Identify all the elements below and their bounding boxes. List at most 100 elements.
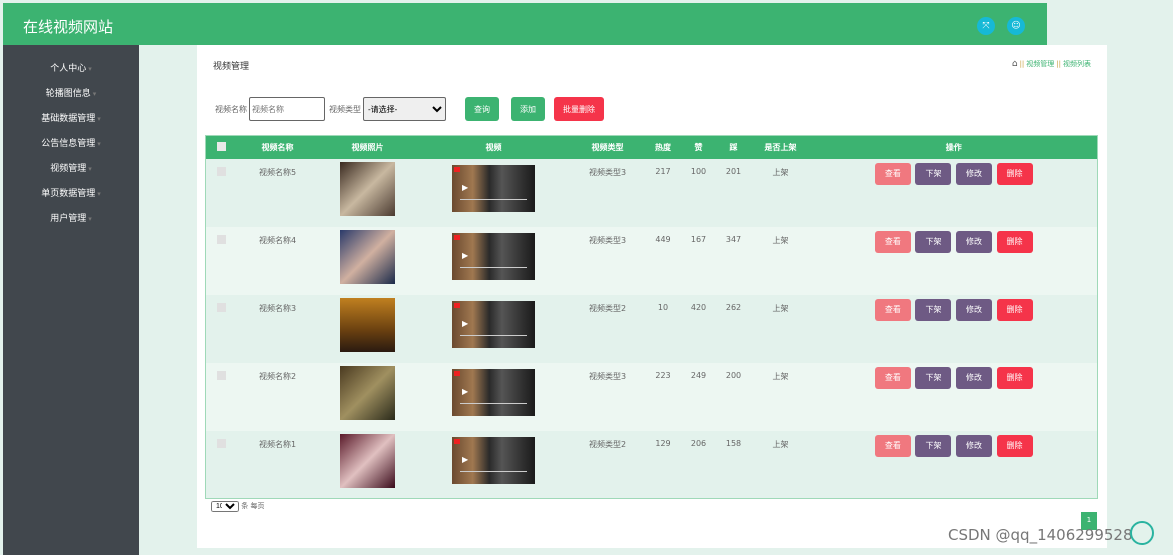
cell-video: ▶ (418, 295, 570, 363)
cell-photo (318, 227, 418, 295)
cell-dislike: 200 (725, 370, 742, 380)
youtube-logo-icon (454, 302, 460, 308)
cell-actions: 查看 下架 修改 删除 (811, 227, 1098, 295)
caret-down-icon: ▾ (97, 140, 101, 148)
breadcrumb-item[interactable]: 视频管理 (1026, 60, 1054, 68)
row-checkbox[interactable] (206, 295, 238, 363)
cell-dislike: 158 (725, 438, 742, 448)
sidebar-item-notice[interactable]: 公告信息管理 ▾ (3, 132, 139, 157)
cell-photo (318, 431, 418, 499)
cell-name: 视频名称3 (258, 303, 297, 313)
edit-button[interactable]: 修改 (956, 230, 993, 253)
sidebar-item-label: 轮播图信息 (45, 89, 91, 99)
view-button[interactable]: 查看 (874, 230, 911, 253)
play-icon[interactable]: ▶ (462, 183, 468, 192)
cell-like: 206 (690, 438, 707, 448)
unshelve-button[interactable]: 下架 (915, 230, 952, 253)
row-checkbox[interactable] (206, 363, 238, 431)
video-player[interactable]: ▶ (452, 436, 535, 484)
query-button[interactable]: 查询 (465, 97, 499, 121)
sidebar-item-carousel[interactable]: 轮播图信息 ▾ (3, 82, 139, 107)
cell-photo (318, 295, 418, 363)
cell-like: 100 (690, 166, 707, 176)
video-player[interactable]: ▶ (452, 368, 535, 416)
cell-type: 视频类型3 (588, 167, 627, 177)
video-photo (340, 229, 395, 284)
sidebar: 个人中心 ▾ 轮播图信息 ▾ 基础数据管理 ▾ 公告信息管理 ▾ 视频管理 ▾ 单页数据管… (3, 45, 139, 555)
table-row: 视频名称3 ▶ 视频类型2 10 420 262 上架 查看 下架 修改 删除 (206, 295, 1098, 363)
per-page-label: 条 每页 (241, 502, 265, 510)
youtube-logo-icon (454, 166, 460, 172)
sidebar-item-video[interactable]: 视频管理 ▾ (3, 157, 139, 182)
progress-bar[interactable] (460, 334, 527, 336)
progress-bar[interactable] (460, 470, 527, 472)
select-all-checkbox[interactable] (205, 135, 238, 159)
video-player[interactable]: ▶ (452, 300, 535, 348)
unshelve-button[interactable]: 下架 (915, 162, 952, 185)
type-select[interactable]: -请选择- (363, 97, 446, 121)
view-button[interactable]: 查看 (874, 434, 911, 457)
play-icon[interactable]: ▶ (462, 251, 468, 260)
cell-status: 上架 (772, 303, 789, 313)
cell-like: 167 (690, 234, 707, 244)
sidebar-item-label: 公告信息管理 (41, 139, 96, 149)
edit-button[interactable]: 修改 (956, 162, 993, 185)
table-row: 视频名称2 ▶ 视频类型3 223 249 200 上架 查看 下架 修改 删除 (205, 362, 1098, 431)
video-player[interactable]: ▶ (452, 164, 535, 212)
video-player[interactable]: ▶ (452, 232, 535, 280)
breadcrumb-item[interactable]: 视频列表 (1063, 60, 1091, 68)
delete-button[interactable]: 删除 (996, 162, 1033, 185)
cell-actions: 查看 下架 修改 删除 (811, 295, 1098, 363)
view-button[interactable]: 查看 (874, 298, 911, 321)
edit-button[interactable]: 修改 (956, 366, 993, 389)
home-icon[interactable]: ⌂ (1012, 59, 1018, 69)
sidebar-item-basic-data[interactable]: 基础数据管理 ▾ (3, 107, 139, 132)
unshelve-button[interactable]: 下架 (915, 434, 952, 457)
top-bar: 在线视频网站 ⤧ ☺ (3, 3, 1047, 45)
cell-type: 视频类型3 (588, 235, 627, 245)
cell-dislike: 201 (725, 166, 742, 176)
progress-bar[interactable] (460, 266, 527, 268)
play-icon[interactable]: ▶ (462, 319, 468, 328)
row-checkbox[interactable] (206, 227, 238, 295)
sidebar-item-users[interactable]: 用户管理 ▾ (3, 207, 139, 232)
user-icon[interactable]: ☺ (1007, 17, 1025, 35)
add-button[interactable]: 添加 (511, 97, 545, 121)
play-icon[interactable]: ▶ (462, 455, 468, 464)
unshelve-button[interactable]: 下架 (915, 366, 952, 389)
edit-button[interactable]: 修改 (956, 434, 993, 457)
progress-bar[interactable] (460, 402, 527, 404)
sidebar-item-personal[interactable]: 个人中心 ▾ (3, 57, 139, 82)
delete-button[interactable]: 删除 (996, 434, 1033, 457)
col-name: 视频名称 (237, 135, 318, 159)
page-size-select[interactable]: 10 (211, 501, 239, 512)
cell-hot: 217 (655, 166, 671, 176)
fullscreen-icon[interactable]: ⤧ (977, 17, 995, 35)
name-search-input[interactable] (249, 97, 325, 121)
delete-button[interactable]: 删除 (996, 230, 1033, 253)
cell-like: 420 (690, 302, 707, 312)
row-checkbox[interactable] (206, 431, 238, 499)
play-icon[interactable]: ▶ (462, 387, 468, 396)
scroll-top-icon[interactable] (1130, 521, 1154, 545)
view-button[interactable]: 查看 (874, 162, 911, 185)
progress-bar[interactable] (460, 198, 527, 200)
delete-button[interactable]: 删除 (996, 366, 1033, 389)
cell-actions: 查看 下架 修改 删除 (811, 159, 1098, 227)
batch-delete-button[interactable]: 批量删除 (554, 97, 604, 121)
caret-down-icon: ▾ (97, 190, 101, 198)
edit-button[interactable]: 修改 (956, 298, 993, 321)
col-video: 视频 (417, 135, 570, 159)
cell-photo (318, 159, 418, 227)
sidebar-item-single-page[interactable]: 单页数据管理 ▾ (3, 182, 139, 207)
sidebar-item-label: 视频管理 (50, 164, 87, 174)
table-row: 视频名称1 ▶ 视频类型2 129 206 158 上架 查看 下架 修改 删除 (206, 431, 1098, 499)
view-button[interactable]: 查看 (874, 366, 911, 389)
row-checkbox[interactable] (206, 159, 238, 227)
breadcrumb: ⌂ || 视频管理 || 视频列表 (1011, 59, 1091, 69)
cell-name: 视频名称5 (258, 167, 297, 177)
caret-down-icon: ▾ (88, 65, 92, 73)
unshelve-button[interactable]: 下架 (915, 298, 952, 321)
caret-down-icon: ▾ (97, 115, 101, 123)
delete-button[interactable]: 删除 (996, 298, 1033, 321)
